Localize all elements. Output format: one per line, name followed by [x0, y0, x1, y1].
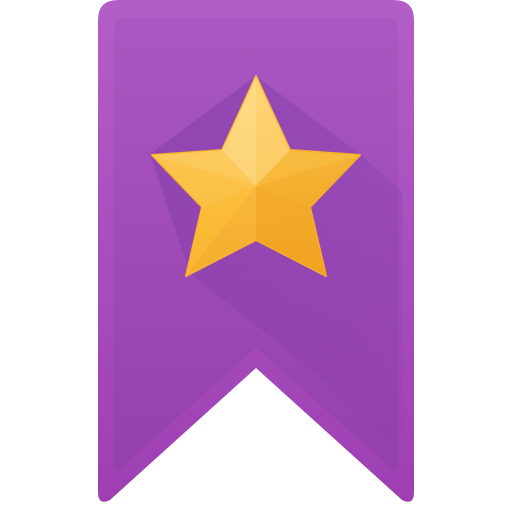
icon-canvas	[0, 0, 512, 512]
bookmark-star-icon	[98, 0, 414, 502]
